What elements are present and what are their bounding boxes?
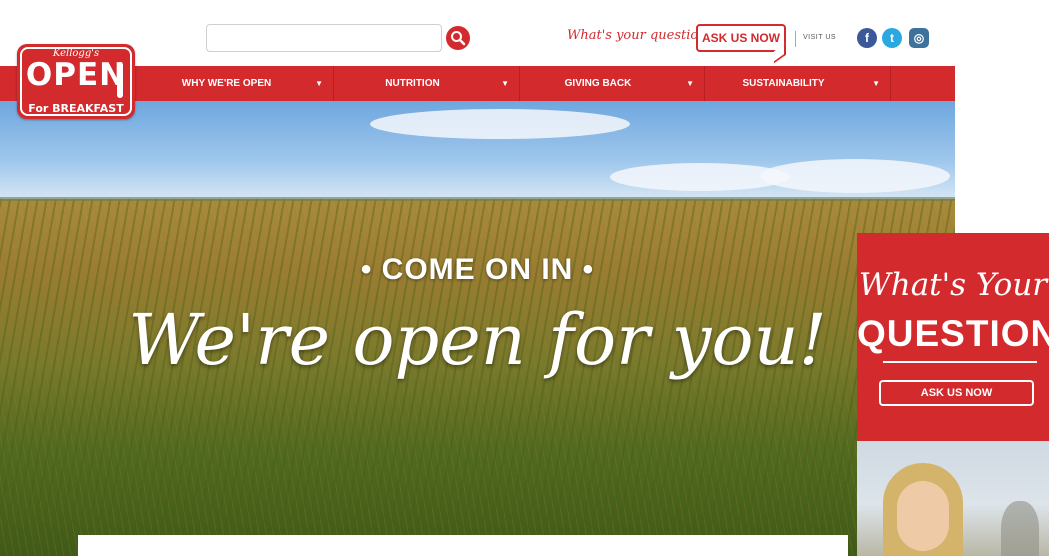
- promo-divider: [883, 361, 1037, 363]
- tree-background: [1001, 501, 1039, 556]
- site-header: What's your question? ASK US NOW VISIT U…: [0, 0, 955, 66]
- nav-item-why-were-open[interactable]: WHY WE'RE OPEN ▼: [148, 66, 334, 101]
- chevron-down-icon: ▼: [501, 79, 509, 88]
- cloud: [760, 159, 950, 193]
- page: What's your question? ASK US NOW VISIT U…: [0, 0, 1049, 556]
- search-icon: [451, 31, 466, 46]
- nav-item-sustainability[interactable]: SUSTAINABILITY ▼: [705, 66, 891, 101]
- hero-kicker: • COME ON IN •: [360, 253, 595, 286]
- nav-item-nutrition[interactable]: NUTRITION ▼: [334, 66, 520, 101]
- cloud: [370, 109, 630, 139]
- nav-item-label: GIVING BACK: [564, 78, 632, 89]
- main-navigation: WHY WE'RE OPEN ▼ NUTRITION ▼ GIVING BACK…: [0, 66, 955, 101]
- kelloggs-open-for-breakfast-logo[interactable]: Kellogg's OPEN For BREAKFAST: [17, 44, 135, 119]
- speech-bubble-tail-icon: [774, 42, 786, 64]
- nav-item-label: WHY WE'RE OPEN: [181, 78, 272, 89]
- promo-title: What's Your: [858, 267, 1048, 303]
- chevron-down-icon: ▼: [872, 79, 880, 88]
- search-input[interactable]: [206, 24, 442, 52]
- hero-headline: We're open for you!: [128, 299, 827, 381]
- nav-item-label: SUSTAINABILITY: [742, 78, 825, 89]
- promo-ask-us-now-button[interactable]: ASK US NOW: [879, 380, 1034, 406]
- nav-item-label: NUTRITION: [385, 78, 440, 89]
- person-face: [897, 481, 949, 551]
- twitter-icon[interactable]: t: [882, 28, 902, 48]
- instagram-icon[interactable]: ◎: [909, 28, 929, 48]
- hero-banner: • COME ON IN • We're open for you!: [0, 101, 955, 556]
- ask-us-now-label: ASK US NOW: [702, 31, 780, 45]
- question-prompt: What's your question?: [567, 28, 714, 43]
- ask-us-now-button[interactable]: ASK US NOW: [696, 24, 786, 64]
- horizon: [0, 197, 955, 201]
- logo-breakfast-text: For BREAKFAST: [28, 102, 124, 115]
- nav-item-giving-back[interactable]: GIVING BACK ▼: [520, 66, 705, 101]
- divider: [795, 31, 796, 47]
- facebook-icon[interactable]: f: [857, 28, 877, 48]
- spokesperson-photo: [857, 441, 1049, 556]
- spoon-icon: [117, 62, 123, 98]
- chevron-down-icon: ▼: [315, 79, 323, 88]
- promo-question: QUESTION?: [857, 313, 1049, 354]
- visit-us-link[interactable]: VISIT US: [803, 34, 836, 41]
- content-panel: [78, 535, 848, 556]
- question-promo-card[interactable]: What's Your QUESTION? ASK US NOW: [857, 233, 1049, 441]
- search-button[interactable]: [446, 26, 470, 50]
- chevron-down-icon: ▼: [686, 79, 694, 88]
